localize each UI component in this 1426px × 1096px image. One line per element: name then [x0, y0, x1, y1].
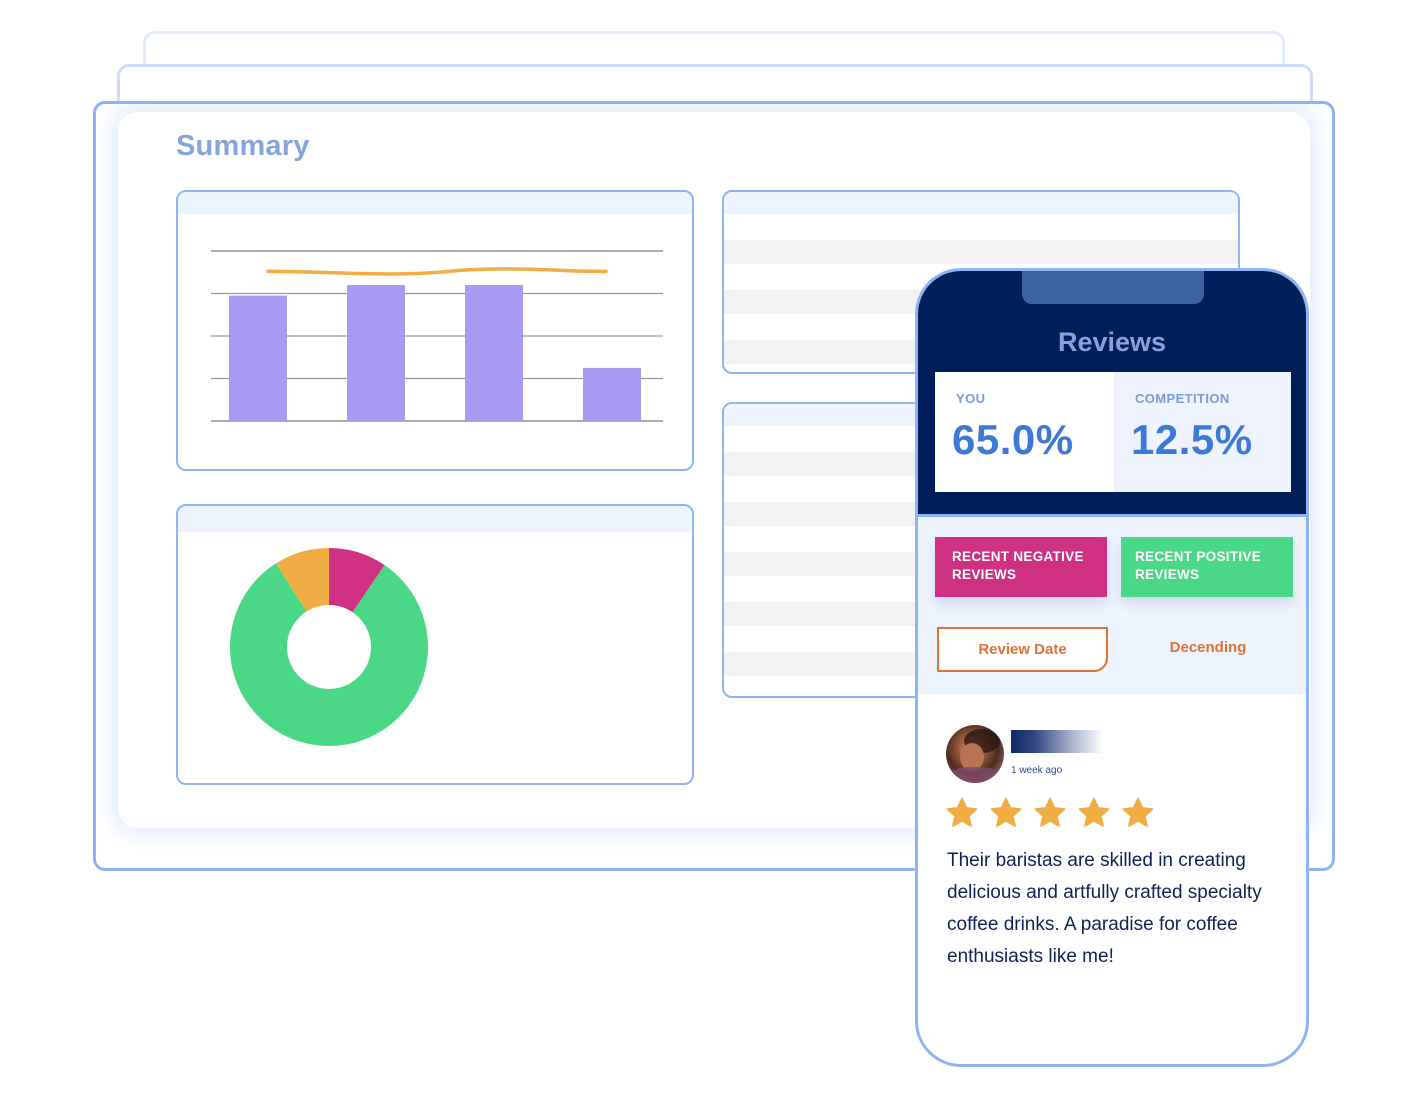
card-header	[724, 192, 1238, 214]
phone-reviews-panel: Reviews YOU 65.0% COMPETITION 12.5% RECE…	[915, 268, 1309, 1067]
recent-positive-reviews-button[interactable]: RECENT POSITIVE REVIEWS	[1121, 537, 1293, 597]
bar	[583, 367, 641, 422]
donut-chart	[230, 548, 428, 746]
phone-notch	[1022, 271, 1204, 304]
star-icon	[1078, 797, 1110, 827]
donut-chart-card	[176, 504, 694, 785]
trend-line	[266, 267, 608, 276]
sort-order-toggle[interactable]: Decending	[1123, 627, 1293, 672]
recent-negative-reviews-button[interactable]: RECENT NEGATIVE REVIEWS	[935, 537, 1107, 597]
stat-label: YOU	[956, 391, 986, 406]
stat-value: 12.5%	[1131, 416, 1253, 463]
star-icon	[1122, 797, 1154, 827]
phone-header: Reviews YOU 65.0% COMPETITION 12.5%	[918, 271, 1306, 514]
bar-chart-card	[176, 190, 694, 471]
review-timestamp: 1 week ago	[1011, 765, 1063, 776]
page-title: Summary	[176, 130, 310, 162]
bar-line-chart	[211, 250, 663, 422]
stat-value: 65.0%	[952, 416, 1074, 463]
review-filters: RECENT NEGATIVE REVIEWS RECENT POSITIVE …	[918, 514, 1306, 694]
stat-competition: COMPETITION 12.5%	[1114, 372, 1291, 492]
reviews-title: Reviews	[1057, 327, 1167, 357]
stat-you: YOU 65.0%	[935, 372, 1114, 492]
reviewer-avatar	[946, 725, 1004, 783]
bar	[465, 285, 523, 422]
stat-label: COMPETITION	[1135, 391, 1230, 406]
table-row	[724, 240, 1238, 264]
star-icon	[946, 797, 978, 827]
bar	[347, 285, 405, 422]
star-icon	[990, 797, 1022, 827]
reviewer-name-placeholder	[1011, 730, 1103, 753]
bar	[229, 295, 287, 422]
review-text: Their baristas are skilled in creating d…	[947, 850, 1262, 967]
star-icon	[1034, 797, 1066, 827]
star-rating	[945, 796, 1155, 830]
sort-field-select[interactable]: Review Date	[937, 627, 1108, 672]
